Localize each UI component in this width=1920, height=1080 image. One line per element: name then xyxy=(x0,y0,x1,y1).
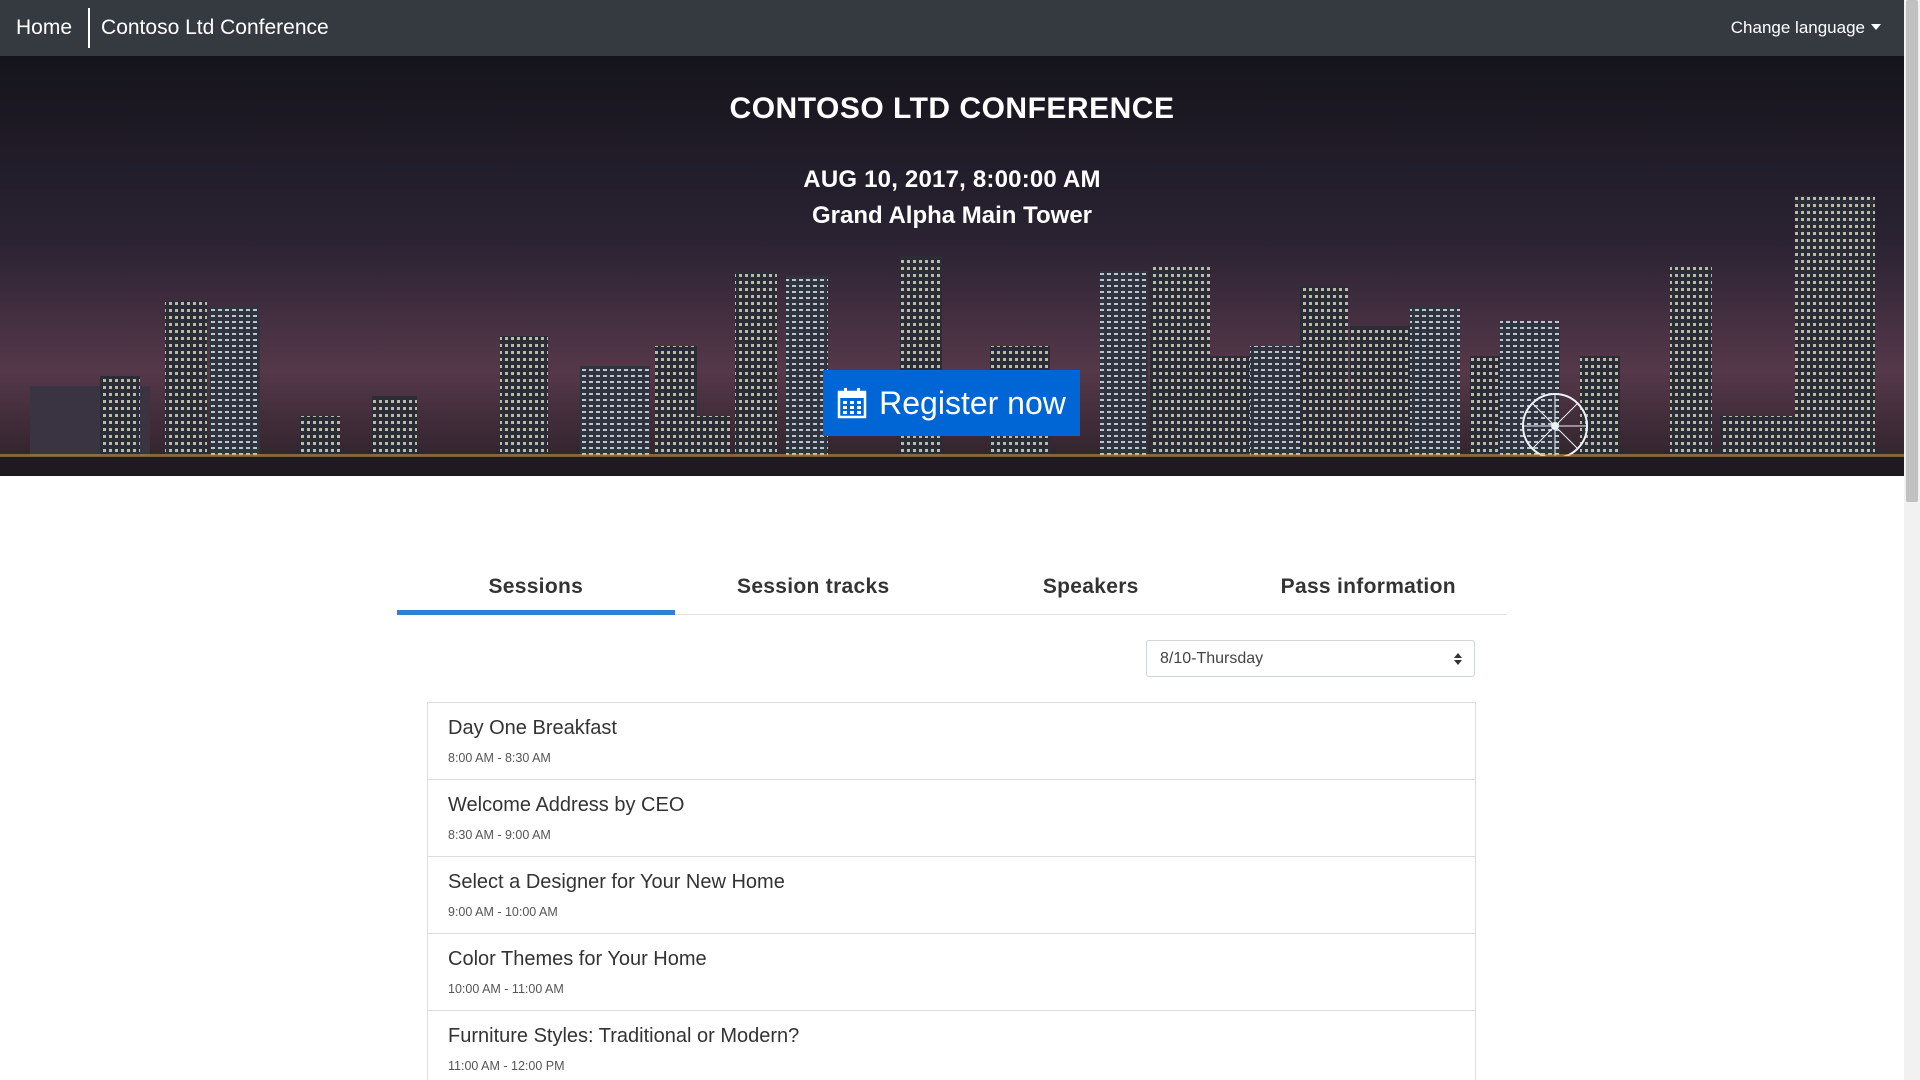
tab-speakers[interactable]: Speakers xyxy=(952,566,1230,614)
session-item[interactable]: Welcome Address by CEO 8:30 AM - 9:00 AM xyxy=(428,780,1475,857)
tab-pass-information[interactable]: Pass information xyxy=(1230,566,1508,614)
session-title: Welcome Address by CEO xyxy=(448,794,685,816)
session-title: Color Themes for Your Home xyxy=(448,948,707,970)
day-select-value: 8/10-Thursday xyxy=(1160,649,1264,667)
session-item[interactable]: Furniture Styles: Traditional or Modern?… xyxy=(428,1011,1475,1080)
session-title: Day One Breakfast xyxy=(448,717,617,739)
day-select[interactable]: 8/10-Thursday xyxy=(1146,640,1475,677)
session-item[interactable]: Color Themes for Your Home 10:00 AM - 11… xyxy=(428,934,1475,1011)
session-item[interactable]: Day One Breakfast 8:00 AM - 8:30 AM xyxy=(428,703,1475,780)
change-language-dropdown[interactable]: Change language xyxy=(1731,0,1881,56)
session-time: 9:00 AM - 10:00 AM xyxy=(448,905,558,919)
session-title: Furniture Styles: Traditional or Modern? xyxy=(448,1025,800,1047)
session-time: 8:30 AM - 9:00 AM xyxy=(448,828,551,842)
register-now-button[interactable]: Register now xyxy=(823,370,1080,436)
hero-title: CONTOSO LTD CONFERENCE xyxy=(729,92,1175,125)
top-navbar: Home Contoso Ltd Conference Change langu… xyxy=(0,0,1904,56)
content-tabs: Sessions Session tracks Speakers Pass in… xyxy=(397,566,1507,615)
event-date: AUG 10, 2017, 8:00:00 AM xyxy=(803,166,1101,193)
change-language-label: Change language xyxy=(1730,18,1865,37)
session-time: 8:00 AM - 8:30 AM xyxy=(448,751,551,765)
session-item[interactable]: Select a Designer for Your New Home 9:00… xyxy=(428,857,1475,934)
tab-sessions[interactable]: Sessions xyxy=(397,566,675,615)
register-now-label: Register now xyxy=(879,384,1066,421)
sessions-list: Day One Breakfast 8:00 AM - 8:30 AM Welc… xyxy=(427,702,1476,1080)
hero-banner: CONTOSO LTD CONFERENCE AUG 10, 2017, 8:0… xyxy=(0,56,1904,476)
calendar-icon xyxy=(837,388,867,419)
select-arrows-icon xyxy=(1454,653,1462,665)
tab-session-tracks[interactable]: Session tracks xyxy=(675,566,953,614)
event-venue: Grand Alpha Main Tower xyxy=(811,202,1093,229)
session-time: 10:00 AM - 11:00 AM xyxy=(448,982,564,996)
page-scrollbar[interactable] xyxy=(1904,0,1920,1080)
session-time: 11:00 AM - 12:00 PM xyxy=(448,1059,565,1073)
caret-down-icon xyxy=(1871,24,1881,30)
home-link[interactable]: Home xyxy=(0,7,88,49)
page: Home Contoso Ltd Conference Change langu… xyxy=(0,0,1904,1080)
scrollbar-thumb[interactable] xyxy=(1906,0,1918,502)
session-title: Select a Designer for Your New Home xyxy=(448,871,785,893)
site-title[interactable]: Contoso Ltd Conference xyxy=(90,16,340,40)
